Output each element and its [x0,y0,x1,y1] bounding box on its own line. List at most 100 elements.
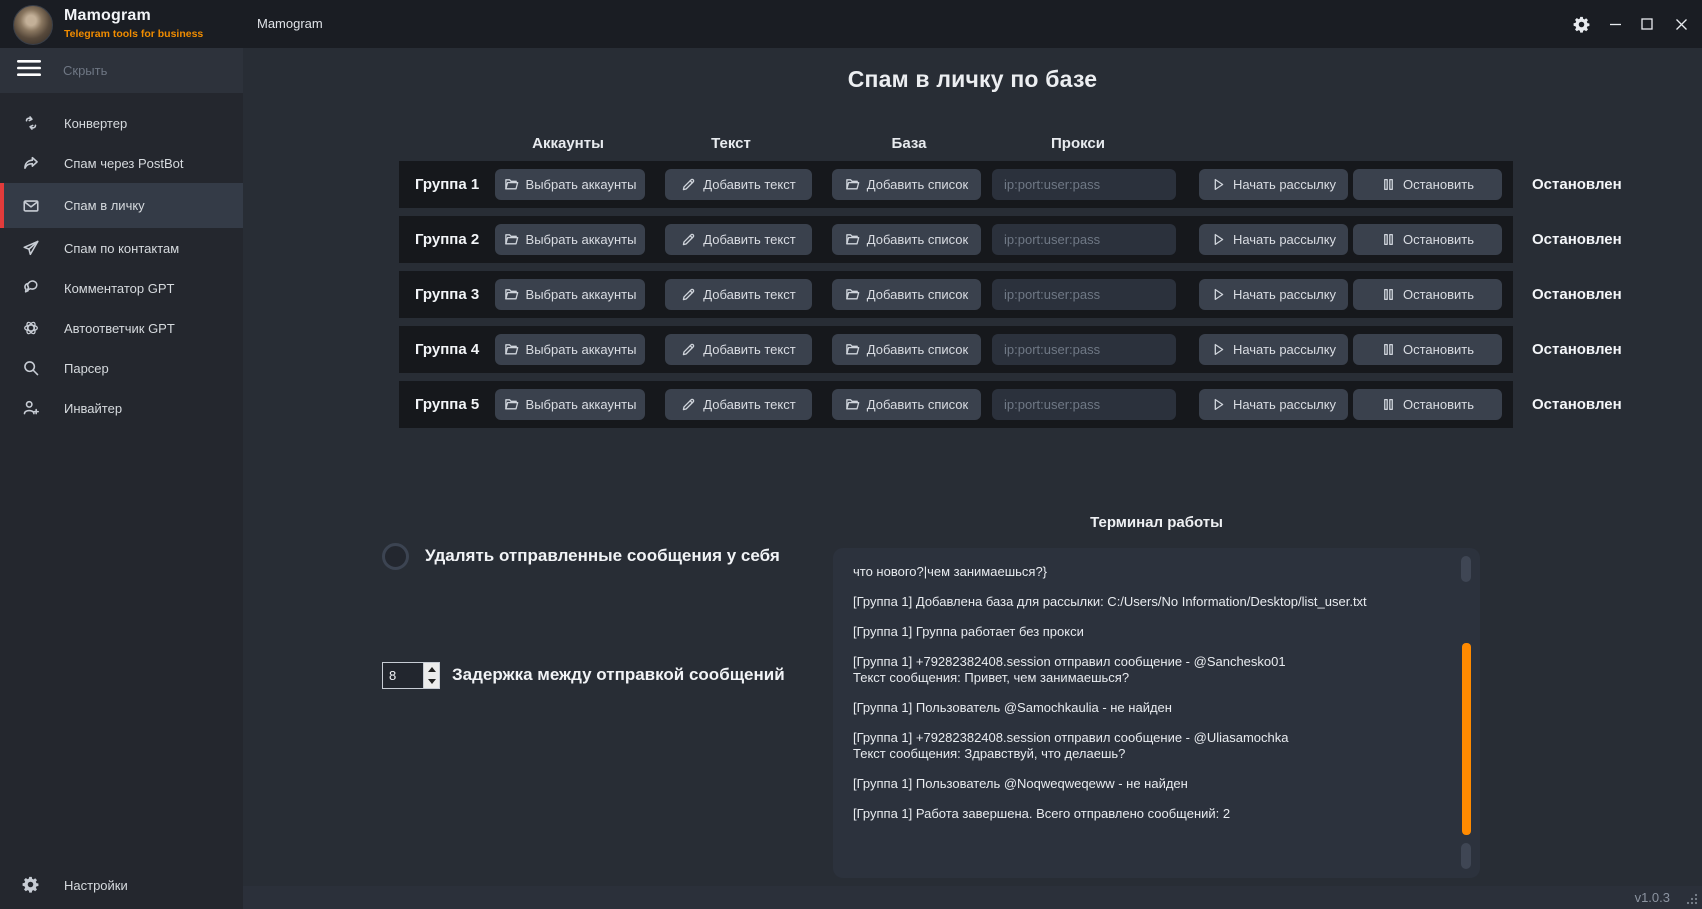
pause-icon [1381,177,1396,192]
delete-sent-label: Удалять отправленные сообщения у себя [425,546,780,566]
maximize-button[interactable] [1630,0,1664,48]
sidebar-item-converter[interactable]: Конвертер [0,103,243,143]
add-list-button[interactable]: Добавить список [832,389,981,420]
folder-open-icon [504,287,519,302]
arrow-up-icon [428,667,436,672]
folder-open-icon [845,342,860,357]
stop-button[interactable]: Остановить [1353,279,1502,310]
pause-icon [1381,232,1396,247]
search-icon [22,359,40,377]
add-text-button[interactable]: Добавить текст [665,389,812,420]
sidebar-toggle-label: Скрыть [63,63,107,78]
sidebar-item-spam-postbot[interactable]: Спам через PostBot [0,143,243,183]
close-button[interactable] [1664,0,1698,48]
terminal-scrollbar-thumb-bottom[interactable] [1461,843,1471,869]
stop-button[interactable]: Остановить [1353,169,1502,200]
sidebar: Скрыть Конвертер Спам через PostBot Спам… [0,48,243,909]
resize-grip-icon[interactable] [1686,892,1700,906]
sidebar-toggle[interactable]: Скрыть [0,48,243,93]
group-label: Группа 4 [415,326,479,373]
delete-sent-checkbox[interactable] [382,543,409,570]
terminal-log-line: [Группа 1] Пользователь @Samochkaulia - … [853,700,1440,716]
group-label: Группа 5 [415,381,479,428]
pause-icon [1381,287,1396,302]
folder-open-icon [845,287,860,302]
terminal-log-line: [Группа 1] +79282382408.session отправил… [853,730,1440,762]
stop-button[interactable]: Остановить [1353,334,1502,365]
delay-value[interactable]: 8 [383,663,423,688]
column-header-base: База [892,135,927,152]
column-header-text: Текст [711,135,751,152]
comment-icon [22,279,40,297]
group-row: Группа 3 Выбрать аккаунты Добавить текст… [399,271,1699,318]
select-accounts-button[interactable]: Выбрать аккаунты [495,334,645,365]
select-accounts-button[interactable]: Выбрать аккаунты [495,389,645,420]
sidebar-item-parser[interactable]: Парсер [0,348,243,388]
group-status: Остановлен [1532,161,1622,208]
terminal-log[interactable]: что нового?|чем занимаешься?}[Группа 1] … [833,548,1480,878]
delay-decrement-button[interactable] [424,676,439,689]
start-mailing-button[interactable]: Начать рассылку [1199,334,1348,365]
add-list-button[interactable]: Добавить список [832,334,981,365]
play-icon [1211,232,1226,247]
tab-mamogram[interactable]: Mamogram [257,16,323,31]
convert-icon [22,114,40,132]
proxy-input[interactable] [992,169,1176,200]
add-text-button[interactable]: Добавить текст [665,224,812,255]
folder-open-icon [504,177,519,192]
select-accounts-button[interactable]: Выбрать аккаунты [495,279,645,310]
terminal-log-line: [Группа 1] +79282382408.session отправил… [853,654,1440,686]
delay-increment-button[interactable] [424,663,439,676]
invite-icon [22,399,40,417]
proxy-input[interactable] [992,224,1176,255]
gear-icon [22,876,40,894]
add-text-button[interactable]: Добавить текст [665,279,812,310]
stop-button[interactable]: Остановить [1353,389,1502,420]
add-text-button[interactable]: Добавить текст [665,169,812,200]
sidebar-item-autoresponder-gpt[interactable]: Автоответчик GPT [0,308,243,348]
pencil-icon [681,177,696,192]
sidebar-item-commentator-gpt[interactable]: Комментатор GPT [0,268,243,308]
start-mailing-button[interactable]: Начать рассылку [1199,389,1348,420]
start-mailing-button[interactable]: Начать рассылку [1199,169,1348,200]
group-row: Группа 1 Выбрать аккаунты Добавить текст… [399,161,1699,208]
stop-button[interactable]: Остановить [1353,224,1502,255]
arrow-down-icon [428,679,436,684]
sidebar-item-spam-contacts[interactable]: Спам по контактам [0,228,243,268]
play-icon [1211,287,1226,302]
gear-icon [1573,16,1590,33]
group-status: Остановлен [1532,326,1622,373]
proxy-input[interactable] [992,334,1176,365]
share-icon [22,154,40,172]
select-accounts-button[interactable]: Выбрать аккаунты [495,169,645,200]
pause-icon [1381,342,1396,357]
terminal-log-line: [Группа 1] Добавлена база для рассылки: … [853,594,1440,610]
play-icon [1211,342,1226,357]
proxy-input[interactable] [992,279,1176,310]
minimize-button[interactable] [1598,0,1632,48]
sidebar-item-inviter[interactable]: Инвайтер [0,388,243,428]
terminal-scrollbar-thumb-top[interactable] [1461,556,1471,582]
titlebar: Mamogram Telegram tools for business Mam… [0,0,1702,48]
select-accounts-button[interactable]: Выбрать аккаунты [495,224,645,255]
add-list-button[interactable]: Добавить список [832,279,981,310]
terminal-scrollbar-thumb-orange[interactable] [1462,643,1471,835]
start-mailing-button[interactable]: Начать рассылку [1199,279,1348,310]
folder-open-icon [504,232,519,247]
add-text-button[interactable]: Добавить текст [665,334,812,365]
add-list-button[interactable]: Добавить список [832,169,981,200]
brand-subtitle: Telegram tools for business [64,28,203,40]
sidebar-item-settings[interactable]: Настройки [0,870,243,900]
titlebar-settings-button[interactable] [1564,0,1598,48]
group-row: Группа 2 Выбрать аккаунты Добавить текст… [399,216,1699,263]
pencil-icon [681,342,696,357]
sidebar-item-spam-lichku[interactable]: Спам в личку [0,183,243,228]
brand-name: Mamogram [64,7,151,25]
proxy-input[interactable] [992,389,1176,420]
pencil-icon [681,397,696,412]
folder-open-icon [845,397,860,412]
add-list-button[interactable]: Добавить список [832,224,981,255]
start-mailing-button[interactable]: Начать рассылку [1199,224,1348,255]
pencil-icon [681,287,696,302]
group-label: Группа 2 [415,216,479,263]
